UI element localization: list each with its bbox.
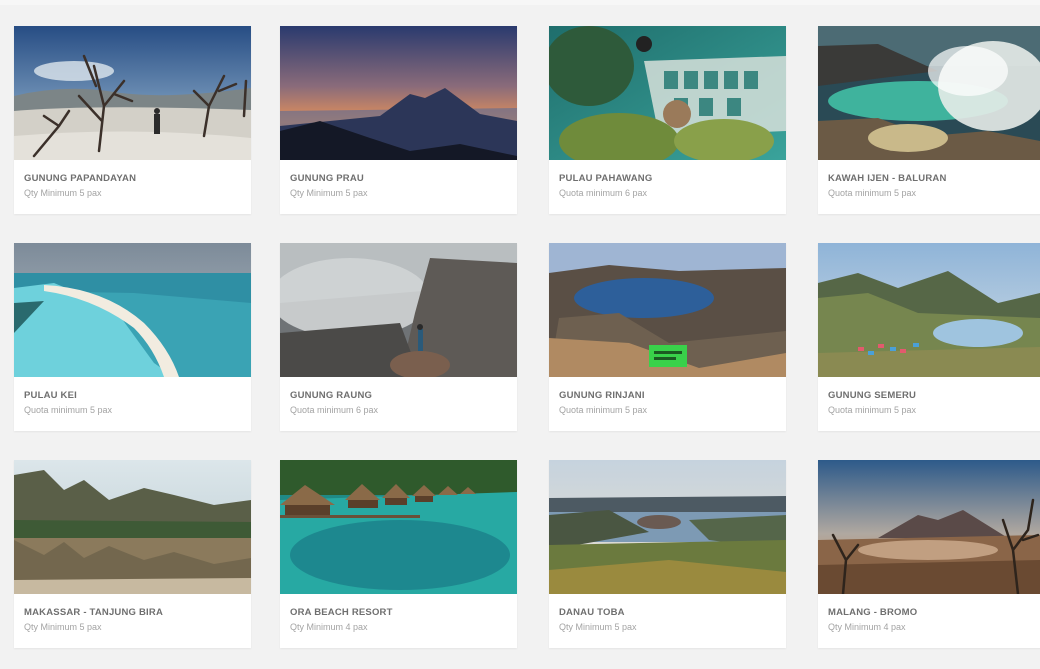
tour-quota: Qty Minimum 5 pax — [559, 622, 637, 632]
tour-card[interactable]: PULAU PAHAWANG Quota minimum 6 pax — [549, 26, 786, 214]
tour-card[interactable]: DANAU TOBA Qty Minimum 5 pax — [549, 460, 786, 648]
tour-quota: Qty Minimum 5 pax — [24, 622, 102, 632]
tour-card[interactable]: MALANG - BROMO Qty Minimum 4 pax — [818, 460, 1040, 648]
tour-title[interactable]: GUNUNG RINJANI — [559, 390, 786, 401]
tour-image[interactable] — [818, 243, 1040, 377]
tour-title[interactable]: PULAU PAHAWANG — [559, 173, 786, 184]
tour-image[interactable] — [14, 460, 251, 594]
tour-card[interactable]: GUNUNG RINJANI Quota minimum 5 pax — [549, 243, 786, 431]
tour-quota: Qty Minimum 4 pax — [290, 622, 368, 632]
tour-quota: Quota minimum 5 pax — [828, 188, 917, 198]
tour-quota: Qty Minimum 4 pax — [828, 622, 906, 632]
tour-quota: Qty Minimum 5 pax — [24, 188, 102, 198]
tour-quota: Quota minimum 6 pax — [559, 188, 648, 198]
tour-title[interactable]: DANAU TOBA — [559, 607, 786, 618]
tour-image[interactable] — [280, 460, 517, 594]
tour-image[interactable] — [14, 243, 251, 377]
tour-image[interactable] — [549, 243, 786, 377]
tour-quota: Quota minimum 6 pax — [290, 405, 379, 415]
tour-title[interactable]: ORA BEACH RESORT — [290, 607, 517, 618]
tour-card[interactable]: ORA BEACH RESORT Qty Minimum 4 pax — [280, 460, 517, 648]
top-bar — [0, 0, 1040, 5]
tour-image[interactable] — [280, 26, 517, 160]
tour-title[interactable]: MALANG - BROMO — [828, 607, 1040, 618]
tour-image[interactable] — [549, 26, 786, 160]
tour-card[interactable]: GUNUNG PAPANDAYAN Qty Minimum 5 pax — [14, 26, 251, 214]
tour-card[interactable]: GUNUNG SEMERU Quota minimum 5 pax — [818, 243, 1040, 431]
tour-image[interactable] — [818, 26, 1040, 160]
tour-image[interactable] — [14, 26, 251, 160]
tour-card[interactable]: GUNUNG RAUNG Quota minimum 6 pax — [280, 243, 517, 431]
tour-card[interactable]: PULAU KEI Quota minimum 5 pax — [14, 243, 251, 431]
tour-quota: Quota minimum 5 pax — [828, 405, 917, 415]
tour-title[interactable]: MAKASSAR - TANJUNG BIRA — [24, 607, 251, 618]
tour-title[interactable]: GUNUNG PRAU — [290, 173, 517, 184]
tour-title[interactable]: GUNUNG SEMERU — [828, 390, 1040, 401]
tour-image[interactable] — [549, 460, 786, 594]
tour-quota: Quota minimum 5 pax — [559, 405, 648, 415]
tour-image[interactable] — [818, 460, 1040, 594]
tour-title[interactable]: GUNUNG PAPANDAYAN — [24, 173, 251, 184]
tour-quota: Quota minimum 5 pax — [24, 405, 113, 415]
tour-card[interactable]: GUNUNG PRAU Qty Minimum 5 pax — [280, 26, 517, 214]
tour-title[interactable]: GUNUNG RAUNG — [290, 390, 517, 401]
tour-card[interactable]: MAKASSAR - TANJUNG BIRA Qty Minimum 5 pa… — [14, 460, 251, 648]
tour-title[interactable]: PULAU KEI — [24, 390, 251, 401]
tour-quota: Qty Minimum 5 pax — [290, 188, 368, 198]
tour-image[interactable] — [280, 243, 517, 377]
tour-title[interactable]: KAWAH IJEN - BALURAN — [828, 173, 1040, 184]
tour-card[interactable]: KAWAH IJEN - BALURAN Quota minimum 5 pax — [818, 26, 1040, 214]
